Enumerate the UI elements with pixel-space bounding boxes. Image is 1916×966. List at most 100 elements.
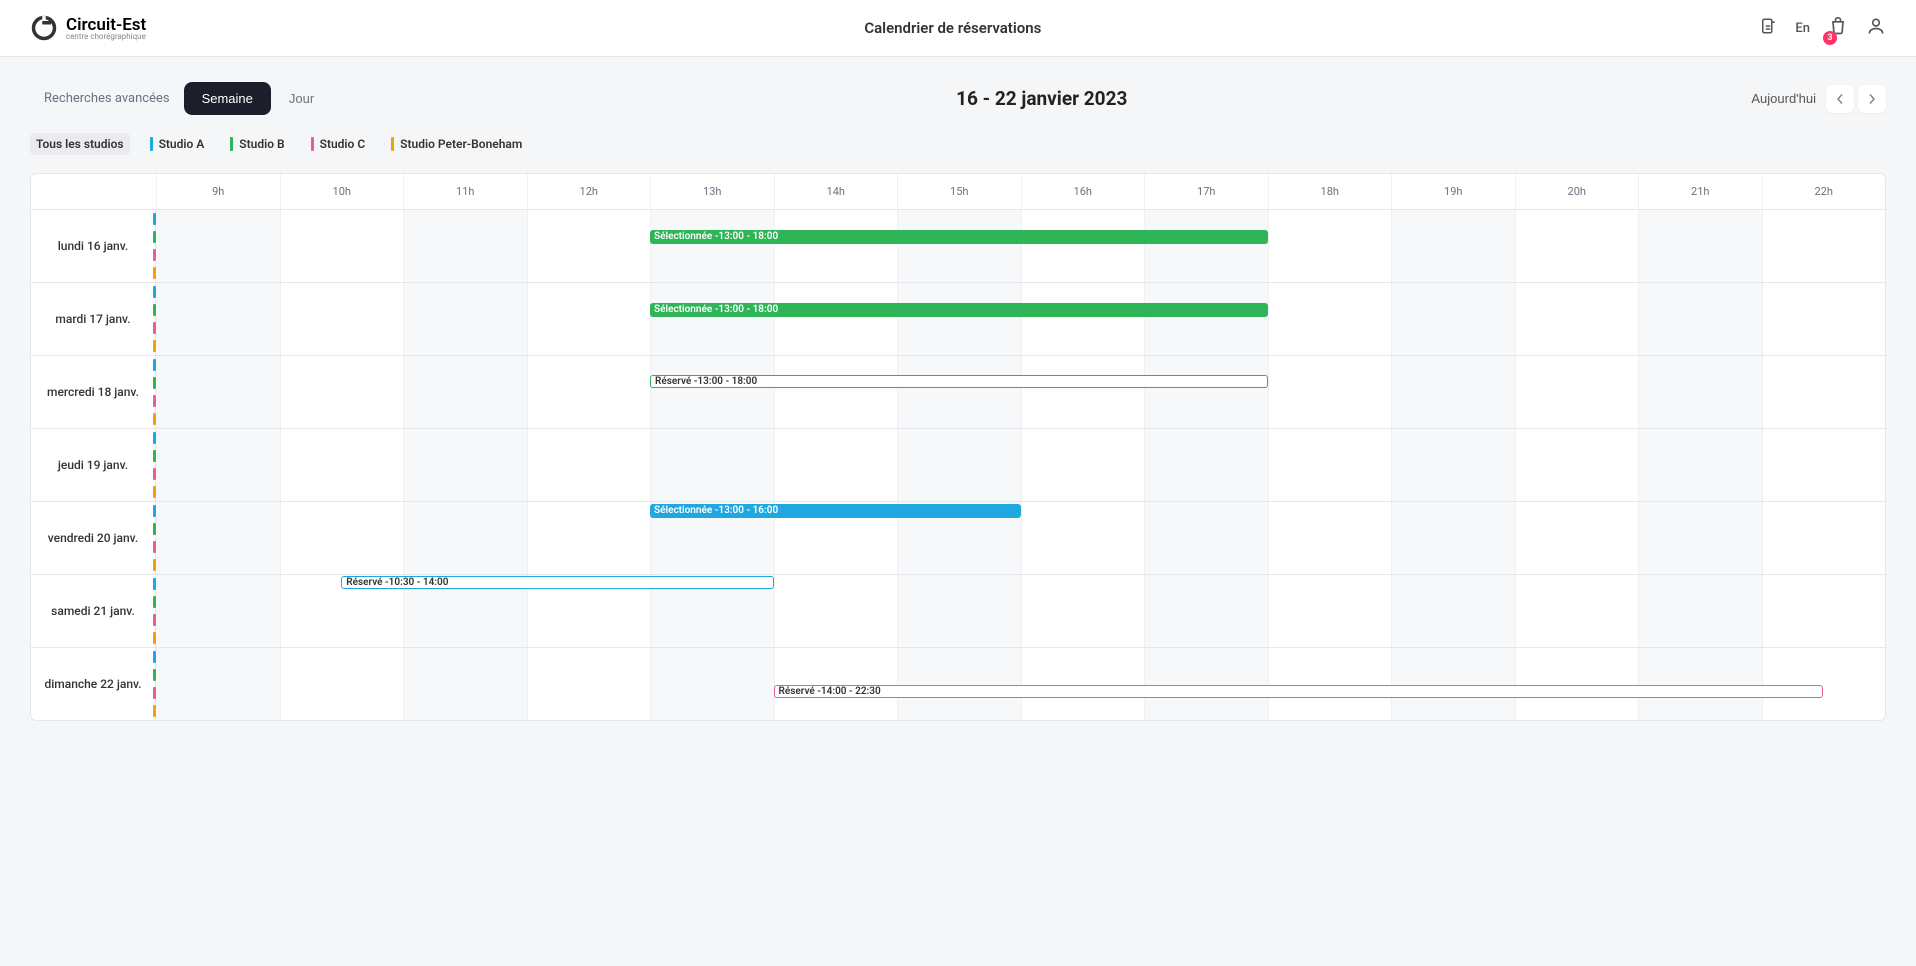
time-cell[interactable]: [156, 447, 280, 465]
filter-chip[interactable]: Tous les studios: [30, 133, 130, 155]
time-cell[interactable]: [1391, 702, 1515, 720]
time-cell[interactable]: [774, 429, 898, 447]
time-cell[interactable]: [1268, 319, 1392, 337]
time-cell[interactable]: [774, 356, 898, 374]
time-cell[interactable]: [1515, 629, 1639, 647]
time-cell[interactable]: [156, 556, 280, 574]
time-cell[interactable]: [650, 246, 774, 264]
time-cell[interactable]: [527, 502, 651, 520]
time-cell[interactable]: [1762, 666, 1886, 684]
time-cell[interactable]: [156, 684, 280, 702]
time-cell[interactable]: [650, 392, 774, 410]
studio-track[interactable]: [156, 520, 1885, 538]
time-cell[interactable]: [156, 392, 280, 410]
time-cell[interactable]: [1021, 283, 1145, 301]
time-cell[interactable]: [1638, 210, 1762, 228]
time-cell[interactable]: [1144, 575, 1268, 593]
time-cell[interactable]: [280, 264, 404, 282]
advanced-search-link[interactable]: Recherches avancées: [30, 83, 184, 114]
time-cell[interactable]: [403, 283, 527, 301]
time-cell[interactable]: [1515, 356, 1639, 374]
studio-track[interactable]: Sélectionnée -13:00 - 16:00: [156, 502, 1885, 520]
time-cell[interactable]: [1021, 246, 1145, 264]
time-cell[interactable]: [403, 210, 527, 228]
time-cell[interactable]: [1144, 246, 1268, 264]
time-cell[interactable]: [527, 210, 651, 228]
time-cell[interactable]: [1638, 319, 1762, 337]
time-cell[interactable]: [403, 410, 527, 428]
time-cell[interactable]: [1021, 629, 1145, 647]
time-cell[interactable]: [1268, 648, 1392, 666]
time-cell[interactable]: [897, 575, 1021, 593]
time-cell[interactable]: [403, 319, 527, 337]
time-cell[interactable]: [280, 246, 404, 264]
time-cell[interactable]: [774, 447, 898, 465]
time-cell[interactable]: [1021, 264, 1145, 282]
time-cell[interactable]: [1391, 392, 1515, 410]
time-cell[interactable]: [1762, 210, 1886, 228]
time-cell[interactable]: [1638, 702, 1762, 720]
time-cell[interactable]: [1144, 264, 1268, 282]
filter-chip[interactable]: Studio Peter-Boneham: [385, 133, 528, 155]
time-cell[interactable]: [403, 556, 527, 574]
time-cell[interactable]: [1638, 228, 1762, 246]
time-cell[interactable]: [1268, 301, 1392, 319]
time-cell[interactable]: [403, 465, 527, 483]
time-cell[interactable]: [1391, 283, 1515, 301]
time-cell[interactable]: [1391, 429, 1515, 447]
time-cell[interactable]: [1268, 611, 1392, 629]
time-cell[interactable]: [403, 337, 527, 355]
time-cell[interactable]: [280, 210, 404, 228]
time-cell[interactable]: [280, 374, 404, 392]
time-cell[interactable]: [156, 502, 280, 520]
time-cell[interactable]: [897, 283, 1021, 301]
time-cell[interactable]: [527, 666, 651, 684]
time-cell[interactable]: [897, 465, 1021, 483]
time-cell[interactable]: [774, 319, 898, 337]
time-cell[interactable]: [527, 429, 651, 447]
time-cell[interactable]: [527, 264, 651, 282]
studio-track[interactable]: [156, 356, 1885, 374]
time-cell[interactable]: [1021, 465, 1145, 483]
time-cell[interactable]: [1515, 556, 1639, 574]
time-cell[interactable]: [1268, 465, 1392, 483]
studio-track[interactable]: Réservé -13:00 - 18:00: [156, 374, 1885, 392]
time-cell[interactable]: [403, 684, 527, 702]
time-cell[interactable]: [650, 410, 774, 428]
time-cell[interactable]: [1144, 538, 1268, 556]
time-cell[interactable]: [1515, 301, 1639, 319]
time-cell[interactable]: [1515, 502, 1639, 520]
studio-track[interactable]: [156, 611, 1885, 629]
time-cell[interactable]: [1638, 538, 1762, 556]
time-cell[interactable]: [1144, 465, 1268, 483]
time-cell[interactable]: [1762, 556, 1886, 574]
time-cell[interactable]: [527, 447, 651, 465]
time-cell[interactable]: [156, 429, 280, 447]
cart-button[interactable]: 3: [1828, 16, 1848, 40]
time-cell[interactable]: [897, 319, 1021, 337]
time-cell[interactable]: [650, 556, 774, 574]
studio-track[interactable]: [156, 210, 1885, 228]
time-cell[interactable]: [403, 483, 527, 501]
time-cell[interactable]: [1144, 283, 1268, 301]
time-cell[interactable]: [650, 666, 774, 684]
time-cell[interactable]: [1021, 319, 1145, 337]
time-cell[interactable]: [1391, 556, 1515, 574]
time-cell[interactable]: [650, 483, 774, 501]
time-cell[interactable]: [1762, 611, 1886, 629]
time-cell[interactable]: [403, 538, 527, 556]
time-cell[interactable]: [897, 648, 1021, 666]
time-cell[interactable]: [1515, 374, 1639, 392]
time-cell[interactable]: [1762, 538, 1886, 556]
time-cell[interactable]: [897, 520, 1021, 538]
view-day-button[interactable]: Jour: [271, 82, 332, 115]
time-cell[interactable]: [1638, 520, 1762, 538]
time-cell[interactable]: [280, 611, 404, 629]
time-cell[interactable]: [1391, 246, 1515, 264]
time-cell[interactable]: [1021, 337, 1145, 355]
time-cell[interactable]: [1638, 246, 1762, 264]
time-cell[interactable]: [1391, 648, 1515, 666]
time-cell[interactable]: [774, 575, 898, 593]
time-cell[interactable]: [1638, 575, 1762, 593]
time-cell[interactable]: [1638, 337, 1762, 355]
